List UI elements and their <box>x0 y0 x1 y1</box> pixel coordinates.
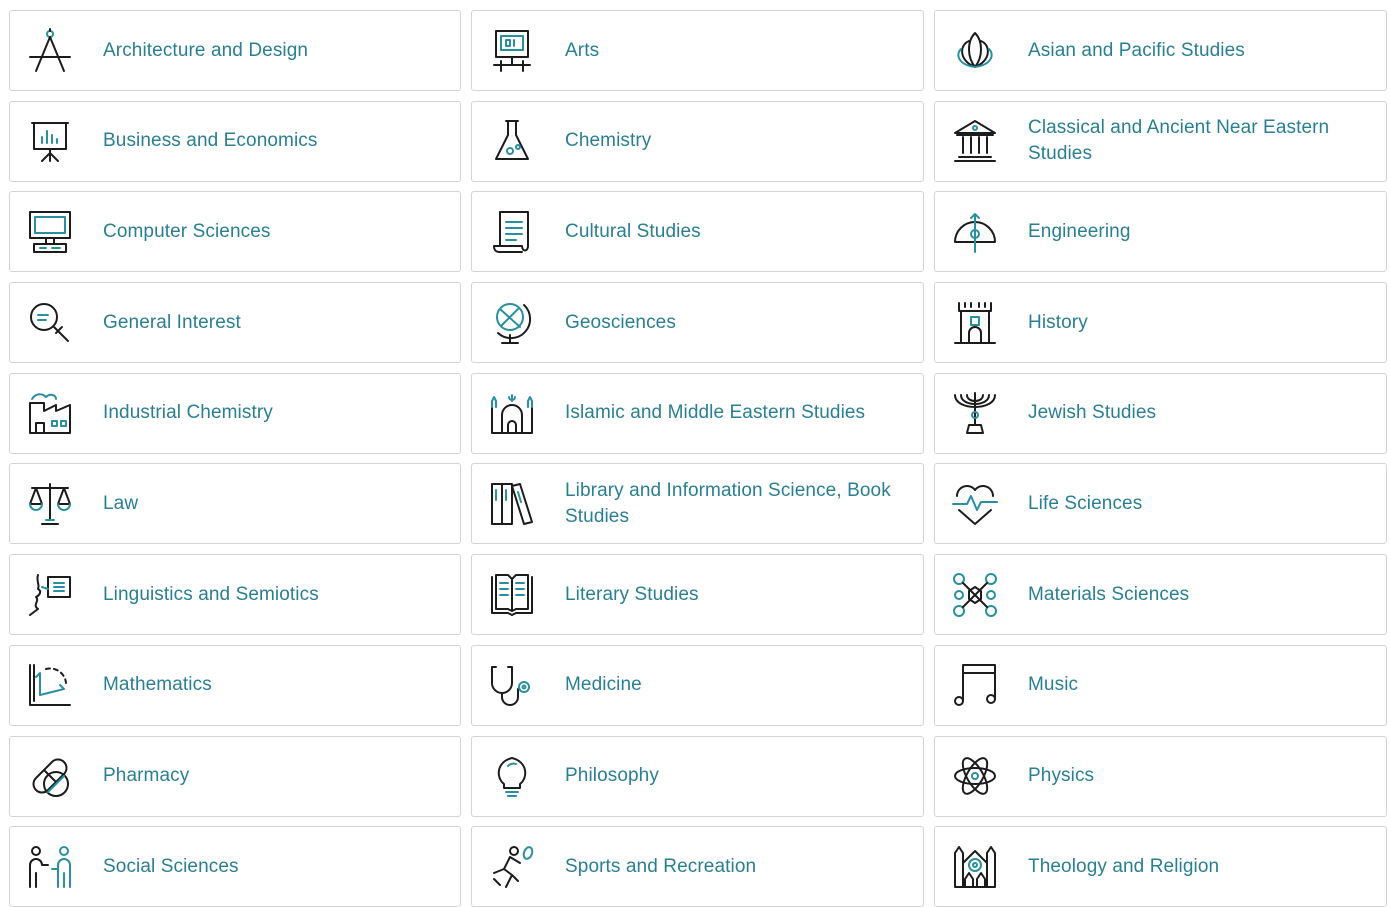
subject-label: Asian and Pacific Studies <box>1028 39 1245 61</box>
subject-card-philosophy[interactable]: Philosophy <box>471 735 924 817</box>
subject-card-sports-and-recreation[interactable]: Sports and Recreation <box>471 826 924 907</box>
subject-card-architecture-and-design[interactable]: Architecture and Design <box>9 10 461 91</box>
subject-card-general-interest[interactable]: General Interest <box>9 282 461 364</box>
subject-card-social-sciences[interactable]: Social Sciences <box>9 826 461 907</box>
books-icon <box>487 479 537 529</box>
compass-icon <box>25 26 75 76</box>
scroll-icon <box>487 207 537 257</box>
molecule-icon <box>950 570 1000 620</box>
people-icon <box>25 842 75 892</box>
subject-label: Industrial Chemistry <box>103 402 273 424</box>
subject-label: Linguistics and Semiotics <box>103 583 319 605</box>
subject-label: General Interest <box>103 311 241 333</box>
heartbeat-icon <box>950 479 1000 529</box>
flask-icon <box>487 116 537 166</box>
subject-label: Law <box>103 492 139 514</box>
subject-card-medicine[interactable]: Medicine <box>471 644 924 726</box>
atom-icon <box>950 751 1000 801</box>
subject-label: Theology and Religion <box>1028 855 1220 877</box>
subject-card-geosciences[interactable]: Geosciences <box>471 282 924 364</box>
subject-label: Computer Sciences <box>103 220 271 242</box>
easel-painting-icon <box>487 26 537 76</box>
subject-card-literary-studies[interactable]: Literary Studies <box>471 554 924 636</box>
subject-card-law[interactable]: Law <box>9 463 461 545</box>
subject-label: Literary Studies <box>565 583 699 605</box>
subject-label: Philosophy <box>565 765 659 786</box>
subject-label: Arts <box>565 39 600 61</box>
runner-icon <box>487 842 537 892</box>
subject-label: Life Sciences <box>1028 492 1143 514</box>
subject-label: Social Sciences <box>103 855 239 877</box>
subject-card-mathematics[interactable]: Mathematics <box>9 644 461 726</box>
subject-label: Chemistry <box>565 130 652 152</box>
subject-card-chemistry[interactable]: Chemistry <box>471 100 924 182</box>
subject-label: Materials Sciences <box>1028 583 1190 605</box>
pills-icon <box>25 751 75 801</box>
speech-icon <box>25 570 75 620</box>
subject-label: Jewish Studies <box>1028 402 1157 424</box>
subject-grid: Architecture and Design Arts Asian and P… <box>9 10 1387 907</box>
mosque-icon <box>487 388 537 438</box>
subject-card-asian-and-pacific-studies[interactable]: Asian and Pacific Studies <box>934 10 1387 91</box>
subject-card-linguistics-and-semiotics[interactable]: Linguistics and Semiotics <box>9 554 461 636</box>
subject-card-cultural-studies[interactable]: Cultural Studies <box>471 191 924 273</box>
subject-label: Geosciences <box>565 311 676 333</box>
subject-card-classical-and-ancient-near-eastern-studies[interactable]: Classical and Ancient Near Eastern Studi… <box>934 100 1387 182</box>
subject-label: History <box>1028 311 1088 333</box>
temple-icon <box>950 116 1000 166</box>
subject-card-pharmacy[interactable]: Pharmacy <box>9 735 461 817</box>
lotus-icon <box>950 26 1000 76</box>
music-note-icon <box>950 660 1000 710</box>
subject-label: Business and Economics <box>103 130 318 152</box>
menorah-icon <box>950 388 1000 438</box>
subject-card-physics[interactable]: Physics <box>934 735 1387 817</box>
subject-card-engineering[interactable]: Engineering <box>934 191 1387 273</box>
subject-label: Engineering <box>1028 220 1131 242</box>
scales-icon <box>25 479 75 529</box>
subject-card-islamic-and-middle-eastern-studies[interactable]: Islamic and Middle Eastern Studies <box>471 372 924 454</box>
open-book-icon <box>487 570 537 620</box>
graph-axes-icon <box>25 660 75 710</box>
cathedral-icon <box>950 842 1000 892</box>
subject-card-industrial-chemistry[interactable]: Industrial Chemistry <box>9 372 461 454</box>
subject-card-theology-and-religion[interactable]: Theology and Religion <box>934 826 1387 907</box>
subject-label: Pharmacy <box>103 765 190 786</box>
subject-label: Medicine <box>565 674 642 696</box>
subject-label: Music <box>1028 674 1079 696</box>
subject-card-jewish-studies[interactable]: Jewish Studies <box>934 372 1387 454</box>
subject-label: Islamic and Middle Eastern Studies <box>565 402 866 424</box>
lightbulb-icon <box>487 751 537 801</box>
subject-label: Sports and Recreation <box>565 855 757 877</box>
subject-card-library-and-information-science-book-studies[interactable]: Library and Information Science, Book St… <box>471 463 924 545</box>
subject-label: Architecture and Design <box>103 39 309 61</box>
presentation-chart-icon <box>25 116 75 166</box>
subject-label: Physics <box>1028 765 1095 786</box>
stethoscope-icon <box>487 660 537 710</box>
factory-icon <box>25 388 75 438</box>
subject-card-computer-sciences[interactable]: Computer Sciences <box>9 191 461 273</box>
castle-tower-icon <box>950 298 1000 348</box>
computer-icon <box>25 207 75 257</box>
subject-card-history[interactable]: History <box>934 282 1387 364</box>
protractor-icon <box>950 207 1000 257</box>
subject-card-life-sciences[interactable]: Life Sciences <box>934 463 1387 545</box>
subject-card-business-and-economics[interactable]: Business and Economics <box>9 100 461 182</box>
subject-card-materials-sciences[interactable]: Materials Sciences <box>934 554 1387 636</box>
magnifier-icon <box>25 298 75 348</box>
subject-card-music[interactable]: Music <box>934 644 1387 726</box>
globe-icon <box>487 298 537 348</box>
subject-label: Mathematics <box>103 674 212 696</box>
subject-label: Cultural Studies <box>565 220 701 242</box>
subject-label: Classical and Ancient Near Eastern Studi… <box>1028 117 1330 165</box>
subject-card-arts[interactable]: Arts <box>471 10 924 91</box>
subject-label: Library and Information Science, Book St… <box>565 479 891 527</box>
